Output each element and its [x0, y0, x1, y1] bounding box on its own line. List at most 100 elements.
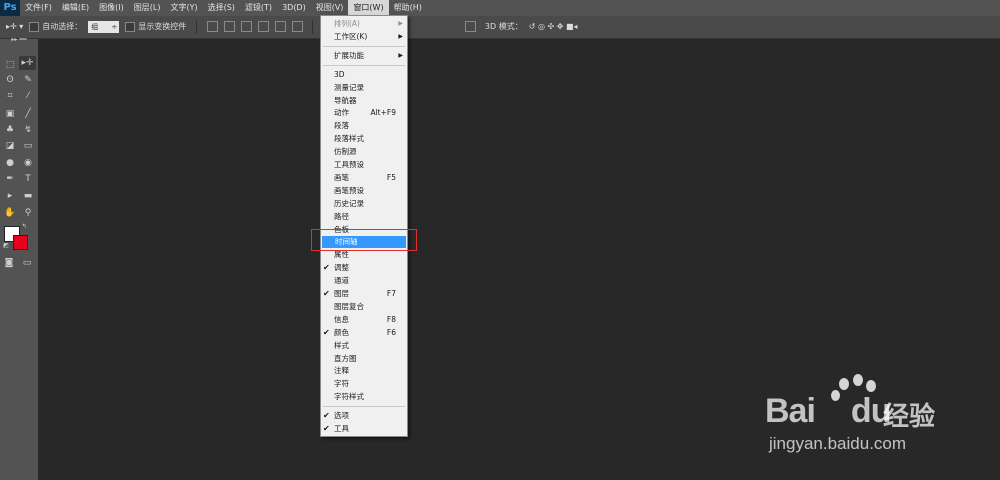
window-menu-item[interactable]: ✔ 工具: [321, 423, 407, 435]
panel-collapse-handle[interactable]: ▸▸ ══: [4, 37, 34, 43]
zoom-tool-icon[interactable]: ⚲: [21, 206, 35, 220]
window-menu-item[interactable]: 注释: [321, 365, 407, 377]
quick-select-tool-icon[interactable]: ✎: [21, 73, 35, 87]
menu-item-label: 历史记录: [334, 198, 364, 208]
align-bottom-icon[interactable]: [240, 21, 252, 32]
menu-item-label: 字符: [334, 379, 349, 389]
quick-mask-icon[interactable]: ◙: [2, 256, 16, 270]
annotation-highlight-box: [311, 229, 417, 251]
menu-item[interactable]: 文件(F): [20, 0, 57, 16]
menu-item[interactable]: 编辑(E): [57, 0, 94, 16]
path-select-icon[interactable]: ▸: [3, 189, 17, 203]
window-menu-item[interactable]: 信息 F8: [321, 314, 407, 326]
align-vcenter-icon[interactable]: [223, 21, 235, 32]
auto-align-icon[interactable]: [464, 21, 476, 32]
window-dropdown-menu: 排列(A) ▶ 工作区(K) ▶ 扩展功能 ▶ 3D 测量记录 导航器 动作 Alt+F9 段落段落样…: [320, 15, 408, 437]
gradient-tool-icon[interactable]: ▭: [21, 139, 35, 153]
menu-item-label: 样式: [334, 340, 349, 350]
window-menu-item[interactable]: 工作区(K) ▶: [321, 31, 407, 43]
scale-3d-icon[interactable]: ■◂: [566, 22, 578, 31]
type-tool-icon[interactable]: T: [21, 172, 35, 186]
window-menu-item[interactable]: 工具预设: [321, 159, 407, 171]
window-menu-item[interactable]: ✔ 调整: [321, 262, 407, 274]
window-menu-item[interactable]: 画笔 F5: [321, 172, 407, 184]
history-brush-icon[interactable]: ↯: [21, 123, 35, 137]
blur-tool-icon[interactable]: ●: [3, 156, 17, 170]
healing-brush-icon[interactable]: ▣: [3, 107, 17, 121]
lasso-tool-icon[interactable]: ʘ: [3, 73, 17, 87]
window-menu-item[interactable]: ✔ 图层 F7: [321, 288, 407, 300]
pen-tool-icon[interactable]: ✒: [3, 172, 17, 186]
window-menu-item[interactable]: 画笔预设: [321, 185, 407, 197]
align-hcenter-icon[interactable]: [274, 21, 286, 32]
window-menu-item[interactable]: 扩展功能 ▶: [321, 50, 407, 62]
menu-item-label: 工具预设: [334, 160, 364, 169]
menu-item[interactable]: 窗口(W): [348, 0, 389, 16]
rotate-3d-icon[interactable]: ↺: [529, 22, 536, 31]
menu-item[interactable]: 帮助(H): [389, 0, 427, 16]
menu-item[interactable]: 选择(S): [203, 0, 240, 16]
window-menu-item[interactable]: 排列(A) ▶: [321, 18, 407, 30]
window-menu-item[interactable]: 历史记录: [321, 198, 407, 210]
window-menu-item[interactable]: 段落: [321, 120, 407, 132]
roll-3d-icon[interactable]: ◎: [538, 22, 545, 31]
window-menu-item[interactable]: 段落样式: [321, 133, 407, 145]
brush-tool-icon[interactable]: ╱: [21, 107, 35, 121]
background-color-swatch[interactable]: [13, 235, 28, 250]
window-menu-item[interactable]: 3D: [321, 69, 407, 81]
menu-item-label: 段落: [334, 121, 349, 131]
window-menu-item[interactable]: 样式: [321, 340, 407, 352]
menu-item-label: 工具: [334, 424, 349, 433]
window-menu-item[interactable]: 测量记录: [321, 82, 407, 94]
menu-item[interactable]: 图像(I): [94, 0, 129, 16]
window-menu-item[interactable]: ✔ 选项: [321, 410, 407, 422]
window-menu-item[interactable]: 导航器: [321, 95, 407, 107]
menu-item[interactable]: 图层(L): [129, 0, 166, 16]
menu-item[interactable]: 文字(Y): [165, 0, 202, 16]
drag-3d-icon[interactable]: ✣: [548, 22, 555, 31]
menu-item-shortcut: Alt+F9: [370, 108, 396, 118]
marquee-tool-icon[interactable]: ⬚: [3, 58, 17, 72]
default-colors-icon[interactable]: ◩: [2, 242, 10, 250]
window-menu-item[interactable]: 路径: [321, 211, 407, 223]
menu-item-label: 调整: [334, 263, 349, 273]
window-menu-item[interactable]: 仿制源: [321, 146, 407, 158]
menu-item[interactable]: 3D(D): [277, 0, 311, 16]
hand-tool-icon[interactable]: ✋: [3, 206, 17, 220]
clone-stamp-icon[interactable]: ♣: [3, 123, 17, 137]
eyedropper-tool-icon[interactable]: ⁄: [21, 89, 35, 103]
swap-colors-icon[interactable]: ↰: [20, 223, 28, 231]
eraser-tool-icon[interactable]: ◪: [3, 139, 17, 153]
align-left-icon[interactable]: [257, 21, 269, 32]
move-tool-preset[interactable]: ▸✛ ▾: [6, 16, 23, 38]
crop-tool-icon[interactable]: ⌗: [3, 89, 17, 103]
window-menu-item[interactable]: 字符样式: [321, 391, 407, 403]
checkbox-icon: [125, 21, 136, 32]
auto-select-dropdown[interactable]: 组: [88, 16, 120, 38]
baidu-jingyan-watermark: Bai du 经验 jingyan.baidu.com: [765, 370, 990, 460]
menu-item-label: 字符样式: [334, 392, 364, 402]
jingyan-brand: 经验: [883, 402, 936, 432]
menu-item-label: 通道: [334, 276, 349, 286]
screen-mode-icon[interactable]: ▭: [20, 256, 34, 270]
slide-3d-icon[interactable]: ✥: [557, 22, 564, 31]
menu-item[interactable]: 视图(V): [311, 0, 349, 16]
move-tool-icon[interactable]: ▸✛: [19, 56, 36, 70]
jingyan-url: jingyan.baidu.com: [769, 434, 907, 453]
menu-item[interactable]: 滤镜(T): [240, 0, 277, 16]
window-menu-item[interactable]: 属性: [321, 249, 407, 261]
align-top-icon[interactable]: [206, 21, 218, 32]
dodge-tool-icon[interactable]: ◉: [21, 156, 35, 170]
window-menu-item[interactable]: ✔ 颜色 F6: [321, 327, 407, 339]
show-transform-checkbox[interactable]: 显示变换控件: [125, 16, 186, 38]
auto-select-checkbox[interactable]: 自动选择：: [29, 16, 82, 38]
menu-item-label: 颜色: [334, 327, 349, 337]
window-menu-item[interactable]: 字符: [321, 378, 407, 390]
window-menu-item[interactable]: 动作 Alt+F9: [321, 107, 407, 119]
window-menu-item[interactable]: 直方图: [321, 353, 407, 365]
window-menu-item[interactable]: 通道: [321, 275, 407, 287]
shape-tool-icon[interactable]: ▬: [21, 189, 35, 203]
auto-select-value: 组: [88, 20, 120, 33]
window-menu-item[interactable]: 图层复合: [321, 301, 407, 313]
align-right-icon[interactable]: [291, 21, 303, 32]
